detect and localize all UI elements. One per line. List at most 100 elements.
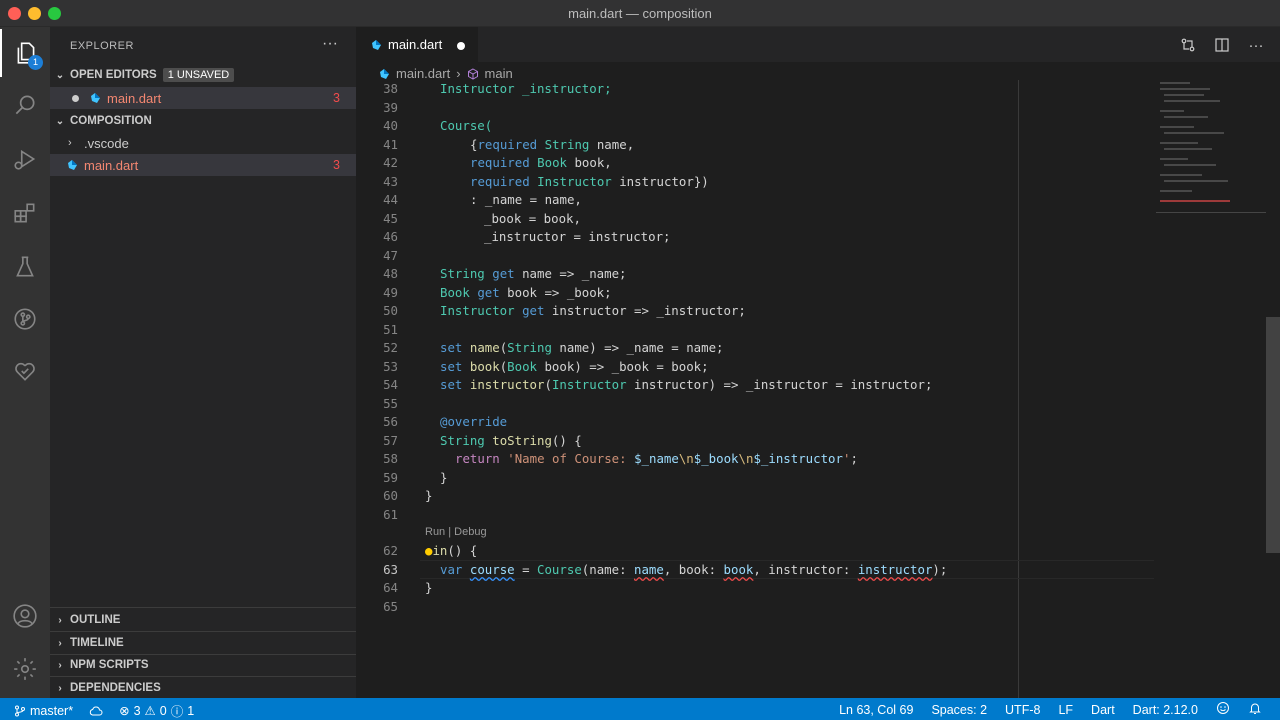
explorer-more-button[interactable]: ··· <box>322 35 338 53</box>
line-text: } <box>425 488 433 503</box>
info-icon: ⓘ <box>170 705 184 719</box>
line-number: 59 <box>383 469 398 485</box>
manage-activity[interactable] <box>0 645 50 693</box>
run-debug-activity[interactable] <box>0 135 50 183</box>
code-line: 41 {required String name, <box>356 136 1156 155</box>
line-text: set book(Book book) => _book = book; <box>440 358 709 374</box>
line-number: 63 <box>383 561 398 577</box>
testing-activity[interactable] <box>0 243 50 291</box>
bell-icon[interactable] <box>1248 701 1262 718</box>
tree-item-label: .vscode <box>84 135 129 151</box>
run-debug-codelens[interactable]: Run | Debug <box>425 526 487 538</box>
divider <box>50 607 356 608</box>
split-editor-icon[interactable] <box>1212 35 1232 55</box>
tab-label: main.dart <box>388 37 443 52</box>
minimap-line <box>1160 142 1198 144</box>
feedback-icon[interactable] <box>1216 701 1230 718</box>
composition-folder-section[interactable]: ⌄ COMPOSITION <box>50 110 356 132</box>
source-control-activity[interactable] <box>0 295 50 343</box>
tree-item-main-dart[interactable]: main.dart 3 <box>50 154 356 176</box>
problems-status[interactable]: ⊗ 3 ⚠ 0 ⓘ 1 <box>119 701 194 720</box>
minimap[interactable] <box>1156 80 1266 220</box>
line-number: 62 <box>383 543 398 558</box>
line-number: 52 <box>383 340 398 355</box>
code-line: 65 <box>356 598 1156 617</box>
outline-section[interactable]: › OUTLINE <box>50 609 356 631</box>
code-line: 64} <box>356 579 1156 598</box>
code-line: 42 required Book book, <box>356 154 1156 173</box>
code-line: 53 set book(Book book) => _book = book; <box>356 358 1156 377</box>
unsaved-badge: 1 UNSAVED <box>162 68 235 82</box>
language-mode[interactable]: Dart <box>1091 703 1115 717</box>
remote-activity[interactable] <box>0 347 50 395</box>
code-line: 51 <box>356 321 1156 340</box>
explorer-sidebar: EXPLORER ··· ⌄ OPEN EDITORS 1 UNSAVED ma… <box>50 27 356 698</box>
code-line: 62 ●in() { <box>356 542 1156 561</box>
cursor-position[interactable]: Ln 63, Col 69 <box>839 703 913 717</box>
chevron-right-icon: › <box>58 659 62 671</box>
unsaved-dot-icon[interactable] <box>457 42 465 50</box>
line-text: _book = book, <box>484 210 581 226</box>
extensions-activity[interactable] <box>0 189 50 237</box>
dependencies-section[interactable]: › DEPENDENCIES <box>50 677 356 699</box>
line-number: 58 <box>383 451 398 466</box>
sdk-version[interactable]: Dart: 2.12.0 <box>1133 703 1198 717</box>
chevron-right-icon: › <box>456 66 461 81</box>
editor-area: main.dart ··· main.dart › main 38 Instruc… <box>356 27 1280 698</box>
line-text: String get name => _name; <box>440 266 627 281</box>
chevron-down-icon: ⌄ <box>55 69 65 81</box>
tree-item-vscode[interactable]: › .vscode <box>50 132 356 154</box>
code-line: 58 return 'Name of Course: $_name\n$_book… <box>356 450 1156 469</box>
line-text: Course( <box>440 118 493 133</box>
code-editor[interactable]: 38 Instructor _instructor; 39 40 Course( 4… <box>356 80 1280 670</box>
explorer-badge: 1 <box>28 55 43 70</box>
indentation[interactable]: Spaces: 2 <box>931 703 987 717</box>
minimap-line <box>1160 82 1190 84</box>
search-activity[interactable] <box>0 81 50 129</box>
minimap-line <box>1160 110 1184 112</box>
encoding[interactable]: UTF-8 <box>1005 703 1040 717</box>
sync-status[interactable] <box>89 705 103 717</box>
line-text: String toString() { <box>440 432 582 448</box>
more-actions-icon[interactable]: ··· <box>1246 35 1266 55</box>
npm-scripts-section[interactable]: › NPM SCRIPTS <box>50 654 356 676</box>
vertical-scrollbar[interactable] <box>1266 317 1280 553</box>
code-line: 48 String get name => _name; <box>356 265 1156 284</box>
line-text: @override <box>440 414 508 429</box>
open-editors-section[interactable]: ⌄ OPEN EDITORS 1 UNSAVED <box>50 64 356 86</box>
code-line: 39 <box>356 99 1156 118</box>
warning-count: 0 <box>159 703 167 718</box>
accounts-activity[interactable] <box>0 592 50 640</box>
explorer-activity[interactable]: 1 <box>0 29 50 77</box>
code-line: 55 <box>356 395 1156 414</box>
line-number: 50 <box>383 303 398 318</box>
code-line: 50 Instructor get instructor => _instruct… <box>356 302 1156 321</box>
line-number: 61 <box>383 506 398 522</box>
timeline-section[interactable]: › TIMELINE <box>50 632 356 654</box>
line-text: : _name = name, <box>470 192 582 207</box>
minimap-line <box>1160 158 1188 160</box>
line-text: required Instructor instructor}) <box>470 173 709 189</box>
minimap-line <box>1164 100 1220 102</box>
line-text: set name(String name) => _name = name; <box>440 340 724 355</box>
minimap-viewport <box>1156 212 1266 213</box>
compare-changes-icon[interactable] <box>1178 35 1198 55</box>
minimap-line <box>1160 126 1194 128</box>
open-editors-label: OPEN EDITORS <box>70 69 157 81</box>
cloud-sync-icon <box>89 706 103 715</box>
git-branch-status[interactable]: master* <box>14 704 73 718</box>
dart-file-icon <box>68 160 77 170</box>
code-line: 60} <box>356 487 1156 506</box>
line-ending[interactable]: LF <box>1058 703 1073 717</box>
breadcrumb-file[interactable]: main.dart <box>396 66 450 81</box>
open-editor-item[interactable]: main.dart 3 <box>50 87 356 109</box>
breadcrumb-symbol[interactable]: main <box>485 66 513 81</box>
minimap-line <box>1160 88 1210 90</box>
line-number: 54 <box>383 377 398 392</box>
tab-main-dart[interactable]: main.dart <box>356 27 478 62</box>
line-number: 38 <box>383 81 398 96</box>
error-icon: ⊗ <box>119 704 130 718</box>
line-number: 57 <box>383 432 398 448</box>
unsaved-dot-icon[interactable] <box>72 94 79 102</box>
chevron-right-icon: › <box>58 682 62 694</box>
